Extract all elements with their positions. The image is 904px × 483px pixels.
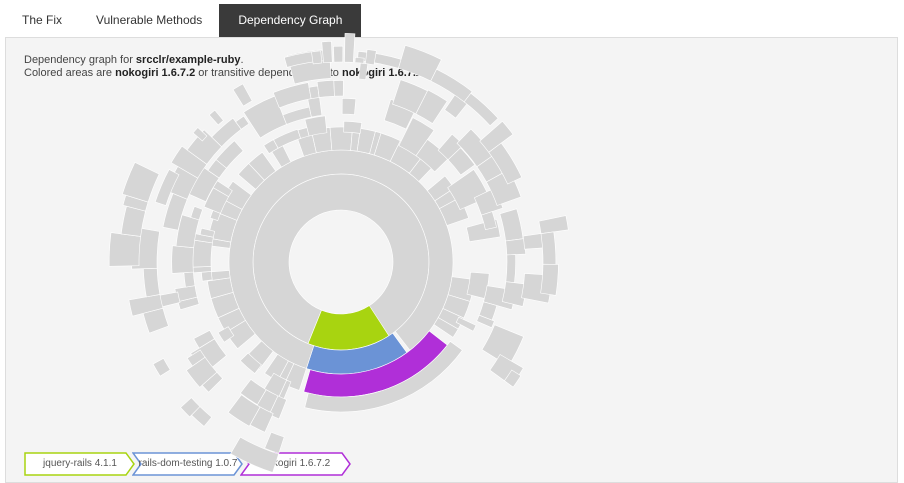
sunburst-segment[interactable] (505, 238, 526, 256)
sunburst-segment[interactable] (341, 98, 357, 115)
sunburst-segment[interactable] (499, 208, 524, 242)
sunburst-segment[interactable] (540, 231, 557, 265)
sunburst-segment[interactable] (190, 206, 204, 221)
sunburst-segment[interactable] (183, 271, 196, 288)
sunburst-segment[interactable] (311, 50, 323, 65)
sunburst-segment[interactable] (505, 254, 516, 284)
sunburst-segment[interactable] (143, 267, 161, 298)
sunburst-segment[interactable] (272, 82, 312, 109)
sunburst-segment[interactable] (354, 57, 365, 64)
sunburst-segment[interactable] (152, 357, 171, 377)
sunburst-segment[interactable] (171, 245, 195, 274)
sunburst-segment[interactable] (358, 62, 369, 80)
sunburst-segment[interactable] (208, 109, 224, 126)
sunburst-segment[interactable] (316, 79, 335, 98)
sunburst-segment[interactable] (201, 271, 213, 282)
sunburst-segment[interactable] (540, 263, 559, 296)
sunburst-segment[interactable] (538, 215, 569, 235)
sunburst-chart (108, 33, 569, 473)
sunburst-segment[interactable] (463, 92, 499, 127)
sunburst-segment[interactable] (333, 80, 344, 97)
sunburst-segment[interactable] (321, 40, 333, 64)
sunburst-segment[interactable] (455, 316, 477, 332)
sunburst-segment[interactable] (333, 45, 344, 63)
sunburst-segment[interactable] (304, 115, 328, 137)
sunburst-segment[interactable] (344, 33, 356, 63)
sunburst-segment[interactable] (232, 83, 253, 107)
sunburst-segment[interactable] (108, 232, 141, 267)
sunburst-segment[interactable] (365, 49, 377, 66)
sunburst-segment[interactable] (343, 120, 363, 134)
sunburst-segment[interactable] (273, 128, 302, 149)
